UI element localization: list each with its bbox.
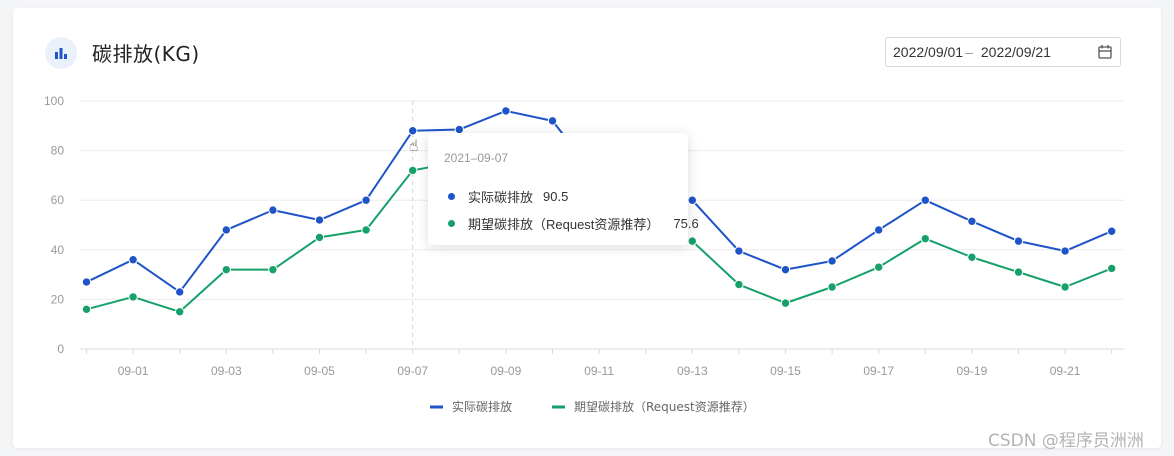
series-dot-icon bbox=[448, 220, 455, 227]
data-point bbox=[361, 225, 371, 235]
legend-label: 实际碳排放 bbox=[452, 399, 512, 414]
data-point bbox=[1107, 226, 1117, 236]
data-point bbox=[175, 307, 185, 317]
x-tick-label: 09-07 bbox=[397, 364, 428, 378]
y-tick-label: 0 bbox=[57, 342, 64, 356]
watermark: CSDN @程序员洲洲 bbox=[988, 431, 1144, 451]
tooltip-row-expected: 期望碳排放（Request资源推荐） 75.6 bbox=[448, 214, 699, 233]
data-point bbox=[687, 236, 697, 246]
series-dot-icon bbox=[448, 193, 455, 200]
data-point bbox=[1060, 282, 1070, 292]
data-point bbox=[1013, 236, 1024, 246]
data-point bbox=[734, 279, 744, 290]
data-point bbox=[175, 287, 185, 297]
tooltip-label: 实际碳排放 bbox=[468, 190, 534, 205]
data-point bbox=[128, 255, 138, 265]
x-tick-label: 09-03 bbox=[211, 364, 242, 378]
legend-label: 期望碳排放（Request资源推荐） bbox=[574, 399, 755, 414]
data-point bbox=[408, 126, 418, 136]
tooltip-date: 2021–09-07 bbox=[444, 151, 509, 165]
data-point bbox=[967, 252, 977, 262]
data-point bbox=[268, 205, 278, 215]
data-point bbox=[268, 264, 278, 275]
tooltip-row-actual: 实际碳排放 90.5 bbox=[448, 187, 568, 206]
data-point bbox=[874, 262, 884, 272]
x-tick-label: 09-15 bbox=[770, 364, 801, 378]
tooltip-value: 90.5 bbox=[543, 189, 569, 204]
data-point bbox=[920, 233, 930, 244]
tooltip-label: 期望碳排放（Request资源推荐） bbox=[468, 217, 660, 232]
y-tick-label: 20 bbox=[51, 292, 65, 306]
data-point bbox=[780, 298, 791, 308]
data-point bbox=[967, 216, 977, 226]
data-point bbox=[221, 264, 232, 275]
data-point bbox=[221, 225, 232, 235]
data-point bbox=[920, 195, 930, 205]
data-point bbox=[128, 292, 138, 302]
data-point bbox=[501, 106, 511, 116]
data-point bbox=[1107, 263, 1117, 274]
data-point bbox=[314, 232, 325, 243]
x-tick-label: 09-09 bbox=[491, 364, 522, 378]
x-tick-label: 09-13 bbox=[677, 364, 708, 378]
data-point bbox=[361, 195, 371, 205]
x-tick-label: 09-17 bbox=[863, 364, 894, 378]
pointer-hand-icon: ☝ bbox=[409, 136, 419, 155]
x-tick-label: 09-21 bbox=[1050, 364, 1081, 378]
data-point bbox=[314, 215, 325, 225]
y-tick-label: 80 bbox=[51, 144, 65, 158]
data-point bbox=[408, 165, 418, 176]
data-point bbox=[1060, 246, 1070, 256]
data-point bbox=[780, 264, 791, 275]
data-point bbox=[547, 116, 558, 126]
x-tick-label: 09-01 bbox=[118, 364, 149, 378]
x-tick-label: 09-11 bbox=[584, 364, 614, 378]
data-point bbox=[874, 225, 884, 235]
y-tick-label: 100 bbox=[44, 94, 64, 108]
y-tick-label: 60 bbox=[51, 193, 65, 207]
data-point bbox=[827, 282, 837, 292]
tooltip-value: 75.6 bbox=[673, 216, 699, 231]
y-tick-label: 40 bbox=[51, 243, 65, 257]
data-point bbox=[1013, 267, 1024, 277]
data-point bbox=[687, 195, 697, 205]
x-tick-label: 09-05 bbox=[304, 364, 335, 378]
x-tick-label: 09-19 bbox=[957, 364, 988, 378]
data-point bbox=[81, 304, 92, 315]
data-point bbox=[81, 277, 92, 287]
tooltip: 2021–09-07 实际碳排放 90.5 期望碳排放（Request资源推荐）… bbox=[428, 133, 699, 245]
data-point bbox=[827, 256, 837, 266]
data-point bbox=[734, 246, 744, 256]
